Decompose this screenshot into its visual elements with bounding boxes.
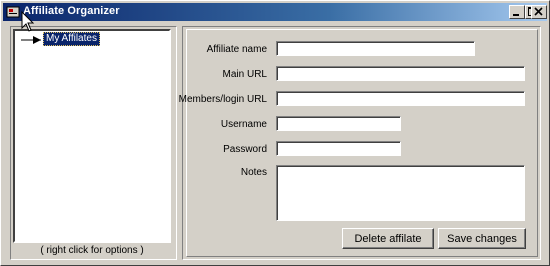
minimize-icon (513, 14, 519, 16)
close-icon (534, 7, 543, 16)
password-label: Password (223, 144, 267, 155)
members-url-field[interactable] (276, 91, 525, 106)
title-bar[interactable]: Affiliate Organizer (3, 3, 547, 21)
affiliate-name-field[interactable] (276, 41, 475, 56)
affiliate-name-label: Affiliate name (206, 44, 267, 55)
notes-label: Notes (240, 167, 267, 178)
delete-affiliate-button[interactable]: Delete affilate (342, 228, 434, 249)
affiliate-tree[interactable]: My Affilates (13, 29, 171, 243)
app-window: Affiliate Organizer My Affilates ( right… (0, 0, 550, 266)
close-button[interactable] (531, 5, 547, 19)
mouse-cursor-icon (21, 11, 35, 32)
username-field[interactable] (276, 116, 401, 131)
window-title: Affiliate Organizer (23, 5, 120, 17)
password-field[interactable] (276, 141, 401, 156)
username-label: Username (220, 119, 267, 130)
tree-item-my-affiliates[interactable]: My Affilates (43, 32, 100, 46)
members-url-label: Members/login URL (178, 94, 267, 105)
notes-field[interactable] (276, 165, 525, 221)
main-url-label: Main URL (222, 69, 267, 80)
save-changes-button[interactable]: Save changes (438, 228, 526, 249)
main-url-field[interactable] (276, 66, 525, 81)
app-icon (6, 6, 20, 18)
tree-expander-icon (21, 36, 41, 44)
minimize-button[interactable] (509, 5, 525, 19)
tree-hint: ( right click for options ) (40, 245, 144, 256)
